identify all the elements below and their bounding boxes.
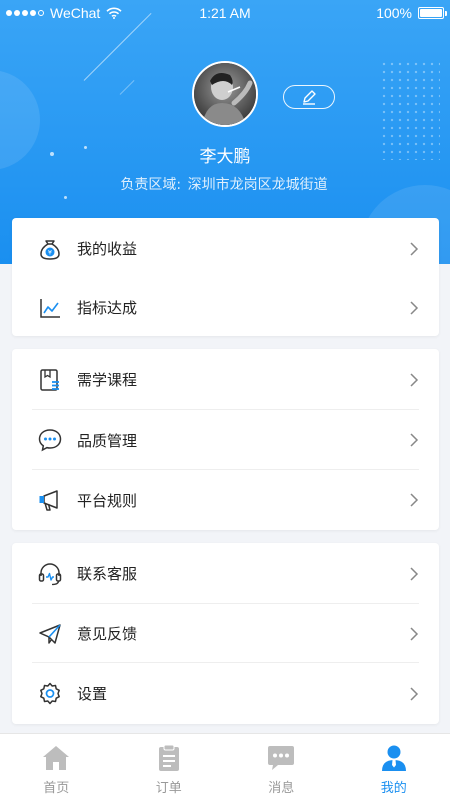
chevron-right-icon (410, 433, 419, 447)
decorative-sparkle (64, 196, 67, 199)
menu-item-label: 品质管理 (77, 431, 138, 450)
tab-label: 消息 (268, 781, 295, 796)
battery-percent: 100% (376, 5, 412, 21)
region-value: 深圳市龙岗区龙城街道 (187, 177, 328, 193)
battery-info: 100% (376, 5, 447, 21)
chevron-right-icon (410, 626, 419, 641)
menu-card-earnings: ¥ 我的收益 指标达成 (12, 218, 439, 336)
menu-card-learning: 需学课程 品质管理 平台规则 (12, 349, 439, 530)
home-icon (41, 744, 71, 772)
person-icon (379, 744, 409, 772)
money-bag-icon: ¥ (37, 236, 63, 262)
megaphone-icon (37, 487, 63, 513)
message-icon (266, 744, 296, 772)
profile-region: 负责区域: 深圳市龙岗区龙城街道 (0, 174, 450, 194)
menu-item-label: 联系客服 (77, 565, 138, 583)
menu-item-rules[interactable]: 平台规则 (12, 470, 439, 530)
tab-home[interactable]: 首页 (0, 734, 113, 800)
decorative-line (119, 80, 135, 95)
chevron-right-icon (410, 566, 419, 581)
menu-item-label: 设置 (77, 685, 108, 703)
menu-item-label: 平台规则 (77, 491, 138, 510)
status-bar: WeChat 1:21 AM 100% (0, 0, 450, 26)
tab-label: 首页 (43, 781, 70, 796)
tab-mine[interactable]: 我的 (338, 734, 450, 800)
chevron-right-icon (410, 493, 419, 507)
chevron-right-icon (410, 372, 419, 387)
battery-icon (418, 7, 447, 19)
menu-item-customer-service[interactable]: 联系客服 (12, 543, 439, 604)
menu-card-support: 联系客服 意见反馈 设置 (12, 543, 439, 724)
chevron-right-icon (410, 686, 419, 701)
battery-level (420, 9, 442, 17)
chat-bubble-icon (37, 427, 63, 453)
line-chart-icon (37, 295, 63, 321)
menu-item-earnings[interactable]: ¥ 我的收益 (12, 218, 439, 279)
tab-label: 订单 (155, 781, 182, 796)
profile-name: 李大鹏 (199, 147, 251, 167)
edit-profile-button[interactable] (283, 85, 335, 109)
menu-item-label: 我的收益 (77, 240, 138, 258)
menu-item-courses[interactable]: 需学课程 (12, 349, 439, 410)
pencil-icon (303, 90, 316, 105)
avatar[interactable] (192, 61, 258, 127)
svg-text:¥: ¥ (48, 248, 52, 256)
gear-icon (37, 681, 63, 707)
menu-item-label: 需学课程 (77, 371, 138, 389)
menu-item-quality[interactable]: 品质管理 (12, 410, 439, 470)
menu-item-label: 指标达成 (77, 299, 138, 317)
chevron-right-icon (410, 300, 419, 315)
menu-item-label: 意见反馈 (77, 625, 138, 643)
chevron-right-icon (410, 241, 419, 256)
tab-label: 我的 (380, 781, 407, 796)
tab-messages[interactable]: 消息 (225, 734, 338, 800)
menu-item-settings[interactable]: 设置 (12, 663, 439, 724)
region-label: 负责区域: (120, 177, 182, 193)
menu-item-targets[interactable]: 指标达成 (12, 279, 439, 336)
clipboard-icon (154, 744, 184, 772)
tab-bar: 首页 订单 消息 我的 (0, 733, 450, 800)
paper-plane-icon (37, 621, 63, 647)
tab-orders[interactable]: 订单 (113, 734, 226, 800)
headset-icon (37, 561, 63, 587)
menu-item-feedback[interactable]: 意见反馈 (12, 604, 439, 663)
book-icon (37, 367, 63, 393)
avatar-image (194, 63, 256, 125)
